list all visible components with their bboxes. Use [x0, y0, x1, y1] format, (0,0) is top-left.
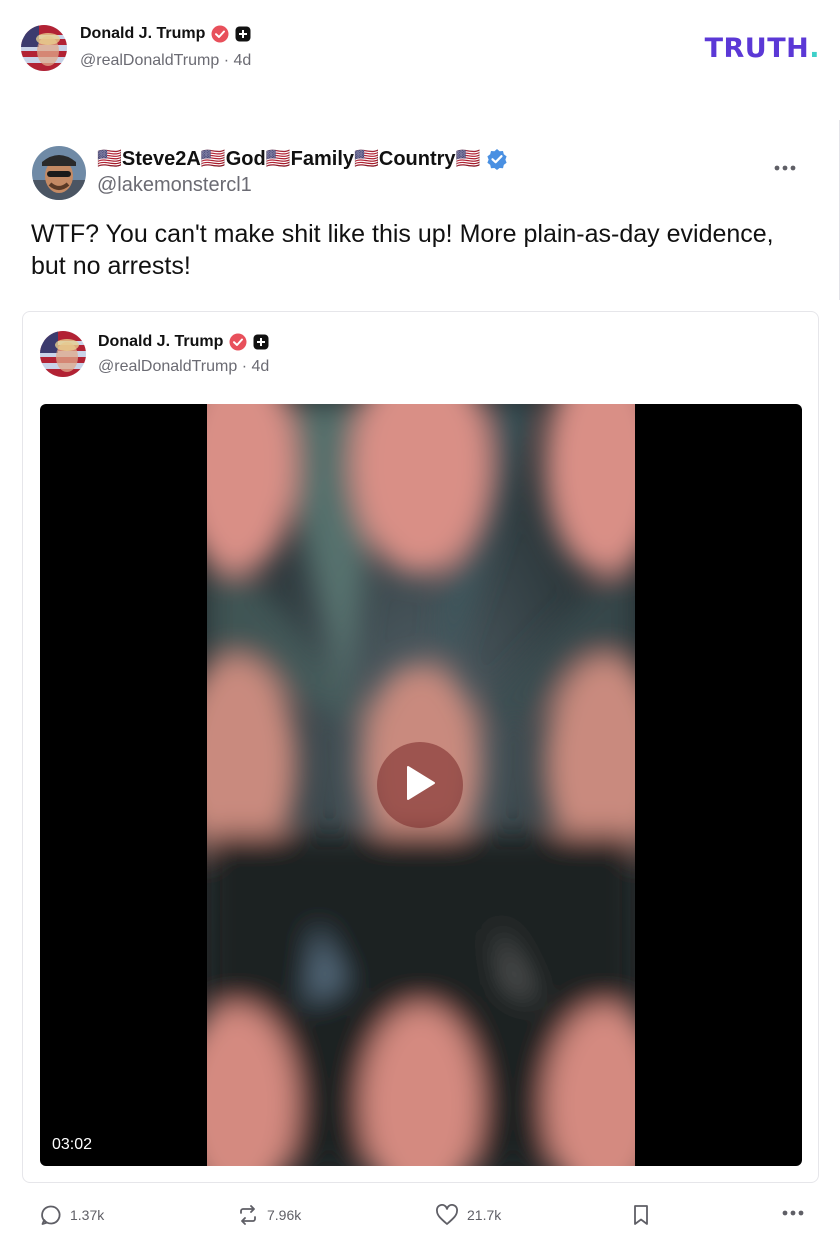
logo-text: TRUTH	[704, 33, 810, 64]
video-duration: 03:02	[52, 1136, 93, 1153]
post-text: WTF? You can't make shit like this up! M…	[31, 220, 774, 280]
verified-badge-icon	[211, 25, 229, 43]
repost-button[interactable]: 7.96k	[237, 1204, 301, 1226]
repost-count: 7.96k	[267, 1207, 302, 1223]
truth-logo[interactable]: TRUTH.	[705, 33, 820, 64]
quoted-post-card[interactable]: Donald J. Trump @realDonaldTrump · 4d 03…	[22, 311, 819, 1183]
post-time[interactable]: 4d	[234, 52, 252, 69]
action-bar: 1.37k 7.96k 21.7k	[0, 1196, 840, 1240]
comment-icon	[40, 1204, 62, 1226]
quoted-handle-row: @realDonaldTrump · 4d	[98, 358, 269, 376]
reply-button[interactable]: 1.37k	[40, 1204, 104, 1226]
author-name[interactable]: Donald J. Trump	[80, 25, 205, 43]
more-actions-button[interactable]	[782, 1210, 804, 1216]
verified-blue-icon	[486, 148, 508, 170]
video-player[interactable]: 03:02	[40, 404, 802, 1166]
author-avatar[interactable]	[21, 25, 67, 71]
post-author-name[interactable]: 🇺🇸Steve2A🇺🇸God🇺🇸Family🇺🇸Country🇺🇸	[97, 146, 480, 171]
author-handle-row: @realDonaldTrump · 4d	[80, 52, 251, 70]
verified-badge-icon	[229, 333, 247, 351]
play-button[interactable]	[377, 742, 463, 828]
plus-badge-icon	[253, 334, 269, 350]
author-name-row: Donald J. Trump	[80, 25, 251, 43]
more-horizontal-icon	[782, 1210, 804, 1216]
logo-dot: .	[809, 33, 820, 64]
quoted-author-name[interactable]: Donald J. Trump	[98, 333, 223, 351]
bookmark-button[interactable]	[631, 1204, 651, 1226]
bookmark-icon	[631, 1204, 651, 1226]
like-count: 21.7k	[467, 1207, 502, 1223]
quoted-author-handle[interactable]: @realDonaldTrump	[98, 358, 237, 375]
reply-count: 1.37k	[70, 1207, 105, 1223]
quoted-post-time[interactable]: 4d	[252, 358, 270, 375]
quoted-author-avatar[interactable]	[40, 331, 86, 377]
more-horizontal-icon[interactable]	[774, 150, 796, 178]
plus-badge-icon	[235, 26, 251, 42]
like-button[interactable]: 21.7k	[435, 1204, 501, 1226]
author-handle[interactable]: @realDonaldTrump	[80, 52, 219, 69]
post-author-avatar[interactable]	[32, 146, 86, 200]
meta-separator: ·	[223, 52, 230, 69]
play-icon	[402, 763, 438, 808]
meta-separator: ·	[241, 358, 248, 375]
post-author-row: 🇺🇸Steve2A🇺🇸God🇺🇸Family🇺🇸Country🇺🇸	[97, 146, 508, 171]
repost-icon	[237, 1204, 259, 1226]
post-author-handle[interactable]: @lakemonstercl1	[97, 174, 252, 197]
post-header: Donald J. Trump @realDonaldTrump · 4d TR…	[0, 0, 840, 100]
heart-icon	[435, 1204, 459, 1226]
quoted-author-row: Donald J. Trump	[98, 333, 269, 351]
